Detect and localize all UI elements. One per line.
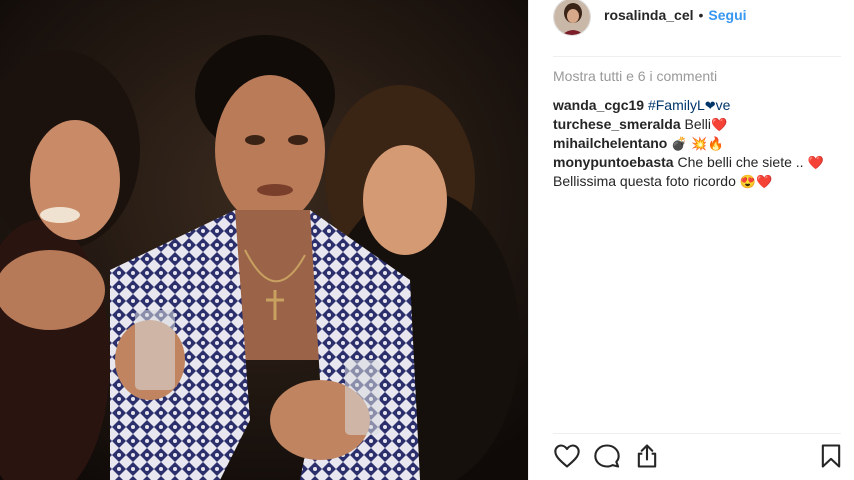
share-upload-icon[interactable] [633, 442, 661, 470]
comment-text: Belli [684, 116, 711, 132]
bomb-emoji-icon: 💣 [671, 136, 688, 151]
heart-emoji-icon: ❤️ [711, 117, 728, 132]
comment-text-continued: Bellissima questa foto ricordo [553, 173, 740, 189]
load-more-comments-button[interactable]: Mostra tutti e 6 i commenti [553, 68, 843, 84]
avatar-photo-icon [554, 0, 590, 35]
comment-item: monypuntoebasta Che belli che siete .. ❤… [553, 153, 843, 191]
comment-item: wanda_cgc19 #FamilyL❤ve [553, 96, 843, 115]
hashtag-text-suffix: ve [715, 97, 731, 113]
actions-divider [553, 433, 841, 434]
hashtag-text-prefix: #FamilyL [647, 97, 705, 113]
comment-author[interactable]: mihailchelentano [553, 135, 667, 151]
heart-outline-icon[interactable] [553, 442, 581, 470]
post-header: rosalinda_cel • Segui [529, 0, 854, 56]
comment-text: Che belli che siete .. [677, 154, 808, 170]
comments-list: Mostra tutti e 6 i commenti wanda_cgc19 … [553, 68, 843, 191]
comment-bubble-icon[interactable] [593, 442, 621, 470]
post-actions-bar [553, 440, 843, 472]
comment-item: mihailchelentano 💣 💥🔥 [553, 134, 843, 153]
vintage-family-photo [0, 0, 528, 480]
heart-emoji-icon: ❤️ [807, 155, 824, 170]
hashtag-link[interactable]: #FamilyL❤ve [648, 97, 731, 113]
post-photo[interactable] [0, 0, 528, 480]
follow-button[interactable]: Segui [708, 7, 746, 23]
author-username[interactable]: rosalinda_cel [604, 7, 694, 23]
bookmark-icon[interactable] [817, 442, 845, 470]
fire-emoji-icon: 🔥 [707, 136, 724, 151]
post-side-panel: rosalinda_cel • Segui Mostra tutti e 6 i… [528, 0, 854, 480]
comment-item: turchese_smeralda Belli❤️ [553, 115, 843, 134]
heart-emoji-icon: ❤ [704, 98, 716, 113]
header-divider [553, 56, 841, 57]
separator-dot: • [698, 7, 704, 23]
comment-author[interactable]: turchese_smeralda [553, 116, 681, 132]
comment-author[interactable]: monypuntoebasta [553, 154, 674, 170]
collision-emoji-icon: 💥 [691, 136, 708, 151]
avatar[interactable] [553, 0, 591, 36]
comment-author[interactable]: wanda_cgc19 [553, 97, 644, 113]
heart-eyes-emoji-icon: 😍 [739, 174, 756, 189]
heart-emoji-icon: ❤️ [755, 174, 773, 189]
